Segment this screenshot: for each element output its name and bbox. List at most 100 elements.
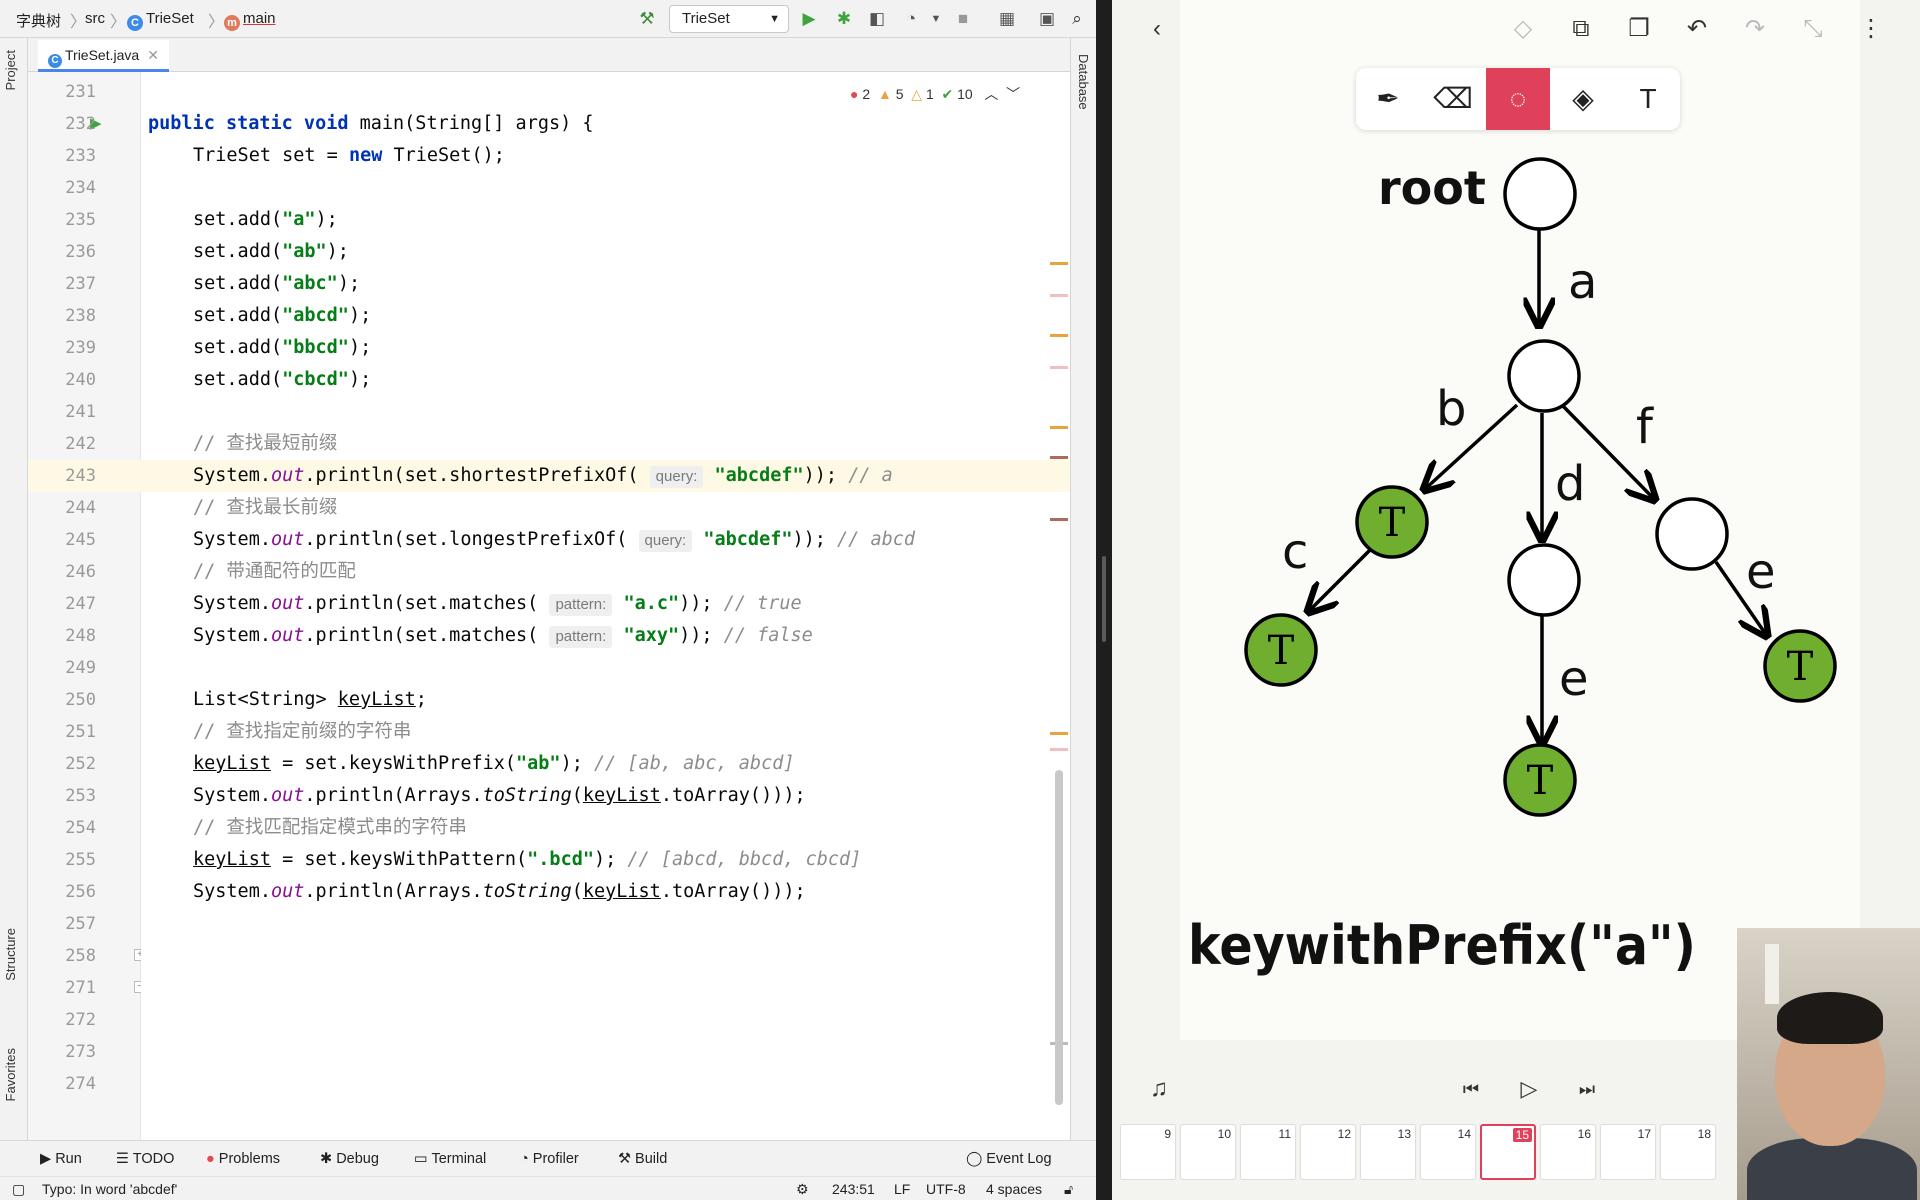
code-line[interactable]: 258: [28, 940, 1070, 972]
code-line[interactable]: 256 System.out.println(Arrays.toString(ke…: [28, 876, 1070, 908]
node-ad[interactable]: [1507, 543, 1581, 617]
code-line[interactable]: 272: [28, 1004, 1070, 1036]
profile-icon[interactable]: ◔: [900, 8, 922, 30]
split-view-divider[interactable]: [1096, 0, 1112, 1200]
node-a[interactable]: [1507, 339, 1581, 413]
coverage-icon[interactable]: ◧: [866, 8, 888, 30]
scroll-marker[interactable]: [1050, 262, 1068, 265]
page-thumbnail[interactable]: 17: [1600, 1124, 1656, 1180]
page-thumbnail[interactable]: 13: [1360, 1124, 1416, 1180]
code-line[interactable]: 247 System.out.println(set.matches( patte…: [28, 588, 1070, 620]
code-line[interactable]: 271: [28, 972, 1070, 1004]
structure-tool-tab[interactable]: Structure: [3, 928, 18, 981]
page-thumbnail[interactable]: 14: [1420, 1124, 1476, 1180]
inspection-profile-icon[interactable]: ⚙: [796, 1181, 809, 1198]
close-icon[interactable]: ✕: [147, 47, 159, 63]
lock-icon[interactable]: 🔓︎: [1064, 1181, 1073, 1198]
previous-highlight-icon[interactable]: ︿: [984, 86, 998, 102]
code-line[interactable]: 274: [28, 1068, 1070, 1100]
profiler-tool-tab[interactable]: ◔ Profiler: [520, 1151, 579, 1167]
scroll-marker[interactable]: [1050, 456, 1068, 459]
music-note-icon[interactable]: ♫: [1144, 1074, 1174, 1104]
code-line[interactable]: 236 set.add("ab");: [28, 236, 1070, 268]
page-thumbnail[interactable]: 12: [1300, 1124, 1356, 1180]
code-line[interactable]: 257: [28, 908, 1070, 940]
scroll-marker[interactable]: [1050, 334, 1068, 337]
database-tool-tab[interactable]: Database: [1076, 54, 1091, 110]
indent-setting[interactable]: 4 spaces: [986, 1181, 1042, 1197]
code-line[interactable]: 234: [28, 172, 1070, 204]
code-line[interactable]: 253 System.out.println(Arrays.toString(ke…: [28, 780, 1070, 812]
divider-grip[interactable]: [1102, 556, 1106, 642]
breadcrumb-project[interactable]: 字典树: [16, 10, 61, 31]
scroll-marker[interactable]: [1050, 748, 1068, 751]
code-line[interactable]: 243 System.out.println(set.shortestPrefix…: [28, 460, 1070, 492]
favorites-tool-tab[interactable]: Favorites: [3, 1048, 18, 1101]
code-line[interactable]: 233 TrieSet set = new TrieSet();: [28, 140, 1070, 172]
node-af[interactable]: [1655, 497, 1729, 571]
toggle-tool-windows-icon[interactable]: ▢: [12, 1181, 25, 1198]
code-line[interactable]: 244 // 查找最长前缀: [28, 492, 1070, 524]
file-encoding[interactable]: UTF-8: [926, 1181, 966, 1197]
code-line[interactable]: 249: [28, 652, 1070, 684]
page-thumbnail[interactable]: 18: [1660, 1124, 1716, 1180]
stop-icon[interactable]: ■: [952, 8, 974, 30]
scroll-marker[interactable]: [1050, 732, 1068, 735]
run-icon[interactable]: ▶: [798, 8, 820, 30]
project-tool-tab[interactable]: Project: [3, 50, 18, 90]
skip-back-icon[interactable]: ⏮: [1456, 1074, 1486, 1104]
build-hammer-icon[interactable]: ⚒: [636, 8, 658, 30]
root-node[interactable]: [1503, 157, 1577, 231]
code-line[interactable]: 237 set.add("abc");: [28, 268, 1070, 300]
page-thumbnail[interactable]: 15: [1480, 1124, 1536, 1180]
scroll-marker[interactable]: [1050, 518, 1068, 521]
code-line[interactable]: 235 set.add("a");: [28, 204, 1070, 236]
project-structure-icon[interactable]: ▦: [996, 8, 1018, 30]
scroll-marker[interactable]: [1050, 366, 1068, 369]
code-line[interactable]: 255 keyList = set.keysWithPattern(".bcd")…: [28, 844, 1070, 876]
play-icon[interactable]: ▷: [1514, 1074, 1544, 1104]
code-line[interactable]: 251 // 查找指定前缀的字符串: [28, 716, 1070, 748]
breadcrumb-method[interactable]: m main: [224, 10, 276, 31]
code-line[interactable]: 250 List<String> keyList;: [28, 684, 1070, 716]
terminal-tool-tab[interactable]: ▭ Terminal: [414, 1151, 486, 1167]
scroll-marker[interactable]: [1050, 426, 1068, 429]
code-line[interactable]: 239 set.add("bbcd");: [28, 332, 1070, 364]
more-run-chevron-icon[interactable]: ▼: [925, 8, 947, 30]
page-thumbnail[interactable]: 16: [1540, 1124, 1596, 1180]
code-line[interactable]: 248 System.out.println(set.matches( patte…: [28, 620, 1070, 652]
vertical-scrollbar[interactable]: [1055, 770, 1063, 1105]
run-configuration-select[interactable]: TrieSet ▼: [669, 5, 789, 33]
debug-tool-tab[interactable]: ✱ Debug: [320, 1151, 379, 1167]
run-tool-tab[interactable]: ▶ Run: [40, 1151, 82, 1167]
next-highlight-icon[interactable]: ﹀: [1006, 86, 1020, 102]
caret-position[interactable]: 243:51: [832, 1181, 875, 1197]
code-line[interactable]: 232 public static void main(String[] args…: [28, 108, 1070, 140]
build-tool-tab[interactable]: ⚒ Build: [618, 1151, 667, 1167]
code-line[interactable]: 273: [28, 1036, 1070, 1068]
breadcrumb-src[interactable]: src: [85, 10, 105, 27]
problems-tool-tab[interactable]: ● Problems: [206, 1151, 280, 1167]
code-line[interactable]: 242 // 查找最短前缀: [28, 428, 1070, 460]
search-icon[interactable]: ⌕: [1066, 8, 1088, 30]
code-line[interactable]: 254 // 查找匹配指定模式串的字符串: [28, 812, 1070, 844]
code-line[interactable]: 240 set.add("cbcd");: [28, 364, 1070, 396]
code-line[interactable]: 246 // 带通配符的匹配: [28, 556, 1070, 588]
line-separator[interactable]: LF: [894, 1181, 910, 1197]
presentation-icon[interactable]: ▣: [1036, 8, 1058, 30]
code-line[interactable]: 238 set.add("abcd");: [28, 300, 1070, 332]
event-log-tool-tab[interactable]: ◯ Event Log: [966, 1151, 1052, 1167]
code-line[interactable]: 245 System.out.println(set.longestPrefixO…: [28, 524, 1070, 556]
page-thumbnail[interactable]: 10: [1180, 1124, 1236, 1180]
inspection-widget[interactable]: ● 2 ▲ 5 △ 1 ✔ 10 ︿ ﹀: [850, 84, 1020, 104]
tab-triesetjava[interactable]: C TrieSet.java ✕: [38, 40, 169, 72]
breadcrumb-class[interactable]: C TrieSet: [127, 10, 194, 31]
code-line[interactable]: 241: [28, 396, 1070, 428]
code-line[interactable]: 252 keyList = set.keysWithPrefix("ab"); /…: [28, 748, 1070, 780]
page-thumbnail[interactable]: 11: [1240, 1124, 1296, 1180]
debug-icon[interactable]: ✱: [833, 8, 855, 30]
todo-tool-tab[interactable]: ☰ TODO: [116, 1151, 174, 1167]
page-thumbnail[interactable]: 9: [1120, 1124, 1176, 1180]
skip-forward-icon[interactable]: ⏭: [1572, 1074, 1602, 1104]
scroll-marker[interactable]: [1050, 294, 1068, 297]
